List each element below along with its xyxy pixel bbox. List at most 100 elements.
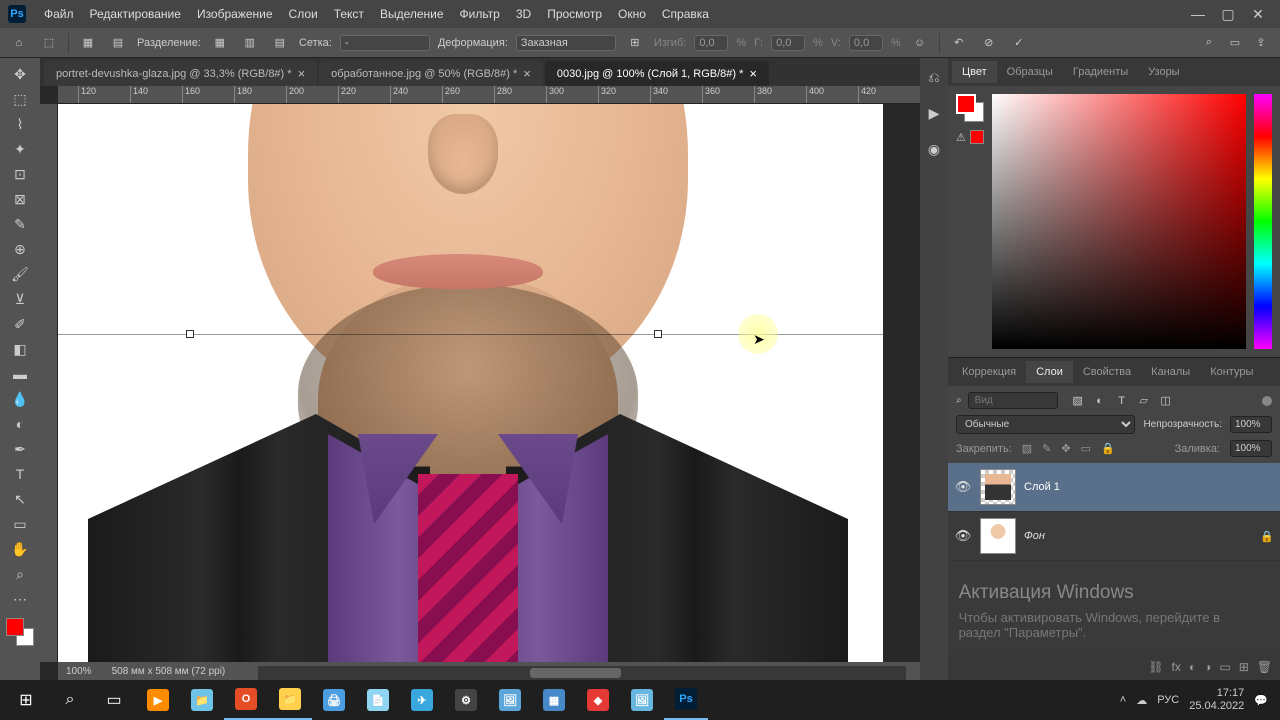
crop-tool[interactable]: ⊡	[6, 162, 34, 186]
warp-handle[interactable]	[654, 330, 662, 338]
menu-3d[interactable]: 3D	[508, 3, 539, 25]
v-input[interactable]	[849, 35, 883, 51]
taskbar-app[interactable]: 🖨	[312, 680, 356, 720]
color-picker[interactable]	[992, 94, 1246, 349]
taskbar-app[interactable]: ▶	[136, 680, 180, 720]
heal-tool[interactable]: ⊕	[6, 237, 34, 261]
notification-icon[interactable]: 💬	[1254, 694, 1268, 707]
taskbar-app[interactable]: 📁	[180, 680, 224, 720]
menu-view[interactable]: Просмотр	[539, 3, 610, 25]
taskbar-app[interactable]: 📁	[268, 680, 312, 720]
mask-icon[interactable]: ◐	[1189, 660, 1196, 674]
filter-type-icon[interactable]: T	[1114, 393, 1130, 409]
menu-edit[interactable]: Редактирование	[82, 3, 189, 25]
close-icon[interactable]: ×	[523, 66, 531, 81]
marquee-tool[interactable]: ⬚	[6, 87, 34, 111]
filter-shape-icon[interactable]: ▱	[1136, 393, 1152, 409]
tab-swatches[interactable]: Образцы	[997, 61, 1063, 83]
layer-filter-select[interactable]	[968, 392, 1058, 409]
menu-window[interactable]: Окно	[610, 3, 654, 25]
dodge-tool[interactable]: ◐	[6, 412, 34, 436]
color-swatches[interactable]	[6, 618, 34, 646]
history-brush-tool[interactable]: ✐	[6, 312, 34, 336]
menu-help[interactable]: Справка	[654, 3, 717, 25]
filter-smart-icon[interactable]: ◫	[1158, 393, 1174, 409]
workspace-icon[interactable]: ▭	[1224, 32, 1246, 54]
blur-tool[interactable]: 💧	[6, 387, 34, 411]
warp-handle[interactable]	[186, 330, 194, 338]
opacity-input[interactable]	[1230, 416, 1272, 433]
taskbar-app[interactable]: ▦	[532, 680, 576, 720]
tab-gradients[interactable]: Градиенты	[1063, 61, 1138, 83]
tab-1[interactable]: portret-devushka-glaza.jpg @ 33,3% (RGB/…	[44, 61, 317, 86]
filter-adjust-icon[interactable]: ◐	[1092, 393, 1108, 409]
taskbar-photoshop[interactable]: Ps	[664, 680, 708, 720]
adjustment-icon[interactable]: ◑	[1204, 660, 1211, 674]
libraries-icon[interactable]: ◉	[923, 138, 945, 160]
panel-foreground[interactable]	[956, 94, 976, 114]
task-view[interactable]: ▭	[92, 680, 136, 720]
search-icon[interactable]: ⌕	[1198, 32, 1220, 54]
gamut-warning-icon[interactable]: ⚠	[956, 131, 966, 144]
language-indicator[interactable]: РУС	[1157, 694, 1179, 706]
lock-paint-icon[interactable]: ✎	[1042, 442, 1051, 455]
deform-select[interactable]: Заказная	[516, 35, 616, 51]
actions-icon[interactable]: ▶	[923, 102, 945, 124]
lock-transparent-icon[interactable]: ▧	[1022, 442, 1032, 455]
cancel-icon[interactable]: ⊘	[978, 32, 1000, 54]
tab-paths[interactable]: Контуры	[1200, 361, 1263, 383]
layer-row[interactable]: 👁 Фон 🔒	[948, 512, 1280, 561]
warp-tool-icon[interactable]: ⬚	[38, 32, 60, 54]
group-icon[interactable]: ▭	[1219, 660, 1230, 674]
split-2-icon[interactable]: ▥	[239, 32, 261, 54]
edit-toolbar[interactable]: ⋯	[6, 587, 34, 611]
eyedropper-tool[interactable]: ✎	[6, 212, 34, 236]
visibility-icon[interactable]: 👁	[954, 479, 972, 495]
ruler-vertical[interactable]	[40, 104, 58, 662]
layer-name[interactable]: Фон	[1024, 530, 1252, 542]
path-tool[interactable]: ↖	[6, 487, 34, 511]
filter-toggle[interactable]	[1262, 396, 1272, 406]
menu-select[interactable]: Выделение	[372, 3, 452, 25]
start-button[interactable]: ⊞	[4, 680, 48, 720]
layer-row[interactable]: 👁 Слой 1	[948, 463, 1280, 512]
fill-input[interactable]	[1230, 440, 1272, 457]
grid2-icon[interactable]: ▤	[107, 32, 129, 54]
tab-2[interactable]: обработанное.jpg @ 50% (RGB/8#) *×	[319, 61, 543, 86]
visibility-icon[interactable]: 👁	[954, 528, 972, 544]
zoom-level[interactable]: 100%	[66, 666, 92, 677]
menu-layers[interactable]: Слои	[281, 3, 326, 25]
stamp-tool[interactable]: ⊻	[6, 287, 34, 311]
link-icon[interactable]: ⛓	[1148, 660, 1163, 674]
frame-tool[interactable]: ⊠	[6, 187, 34, 211]
close-button[interactable]: ✕	[1244, 4, 1272, 24]
brush-tool[interactable]: 🖌	[6, 262, 34, 286]
lock-all-icon[interactable]: 🔒	[1101, 442, 1115, 455]
taskbar-app[interactable]: 📄	[356, 680, 400, 720]
bend-input[interactable]	[694, 35, 728, 51]
menu-filter[interactable]: Фильтр	[452, 3, 508, 25]
menu-text[interactable]: Текст	[326, 3, 372, 25]
eraser-tool[interactable]: ◧	[6, 337, 34, 361]
orient-icon[interactable]: ⊞	[624, 32, 646, 54]
home-icon[interactable]: ⌂	[8, 32, 30, 54]
menu-image[interactable]: Изображение	[189, 3, 281, 25]
layer-thumbnail[interactable]	[980, 469, 1016, 505]
reset-icon[interactable]: ↶	[948, 32, 970, 54]
close-icon[interactable]: ×	[749, 66, 757, 81]
close-icon[interactable]: ×	[298, 66, 306, 81]
fx-icon[interactable]: fx	[1172, 660, 1181, 674]
taskbar-app[interactable]: 🖼	[620, 680, 664, 720]
filter-icon[interactable]: ⌕	[956, 395, 962, 406]
gradient-tool[interactable]: ▬	[6, 362, 34, 386]
layer-thumbnail[interactable]	[980, 518, 1016, 554]
split-3-icon[interactable]: ▤	[269, 32, 291, 54]
grid-select[interactable]: -	[340, 35, 430, 51]
tray-cloud-icon[interactable]: ☁	[1136, 694, 1147, 707]
taskbar-app[interactable]: ✈	[400, 680, 444, 720]
share-icon[interactable]: ⇪	[1250, 32, 1272, 54]
lock-position-icon[interactable]: ✥	[1061, 442, 1070, 455]
delete-icon[interactable]: 🗑	[1257, 660, 1272, 674]
tab-layers[interactable]: Слои	[1026, 361, 1073, 383]
face-aware-icon[interactable]: ☺	[909, 32, 931, 54]
